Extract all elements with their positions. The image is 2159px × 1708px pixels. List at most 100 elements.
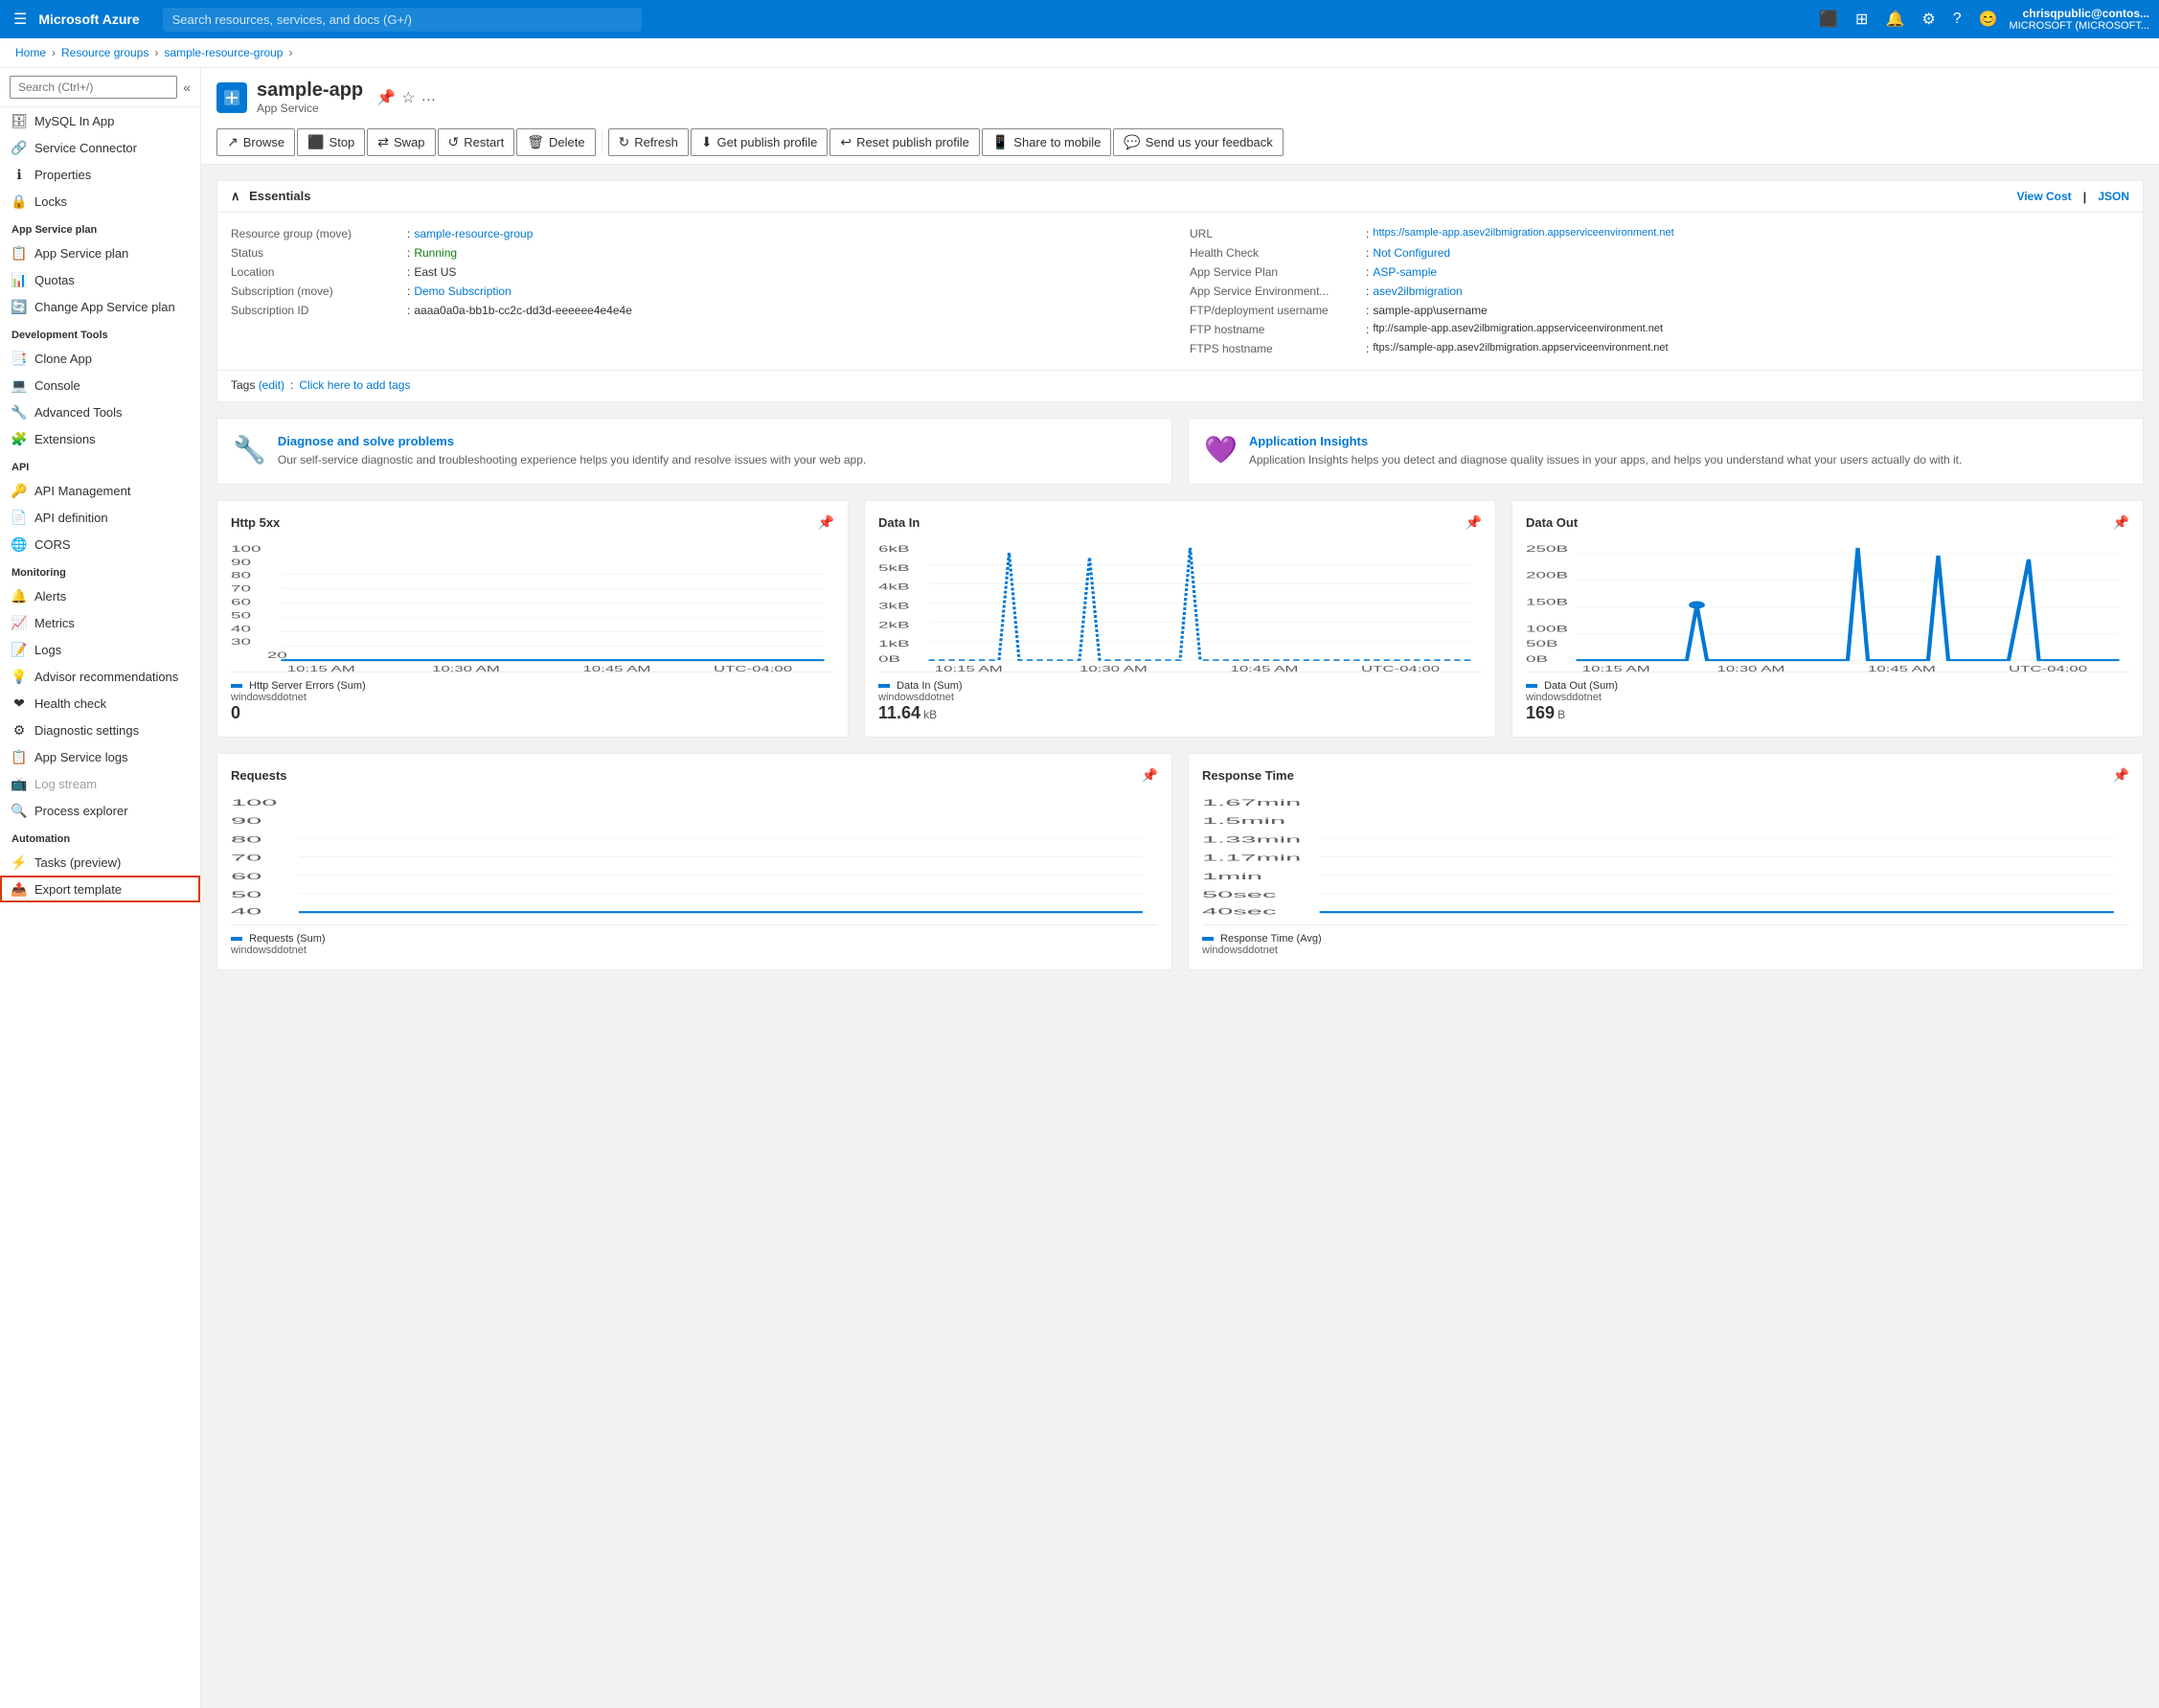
get-publish-profile-button[interactable]: ⬇ Get publish profile bbox=[691, 128, 829, 156]
ess-value-subscription[interactable]: Demo Subscription bbox=[414, 285, 511, 298]
hamburger-menu[interactable]: ☰ bbox=[10, 6, 31, 33]
settings-icon[interactable]: ⚙ bbox=[1916, 6, 1941, 33]
svg-text:1kB: 1kB bbox=[878, 640, 910, 649]
essentials-title: ∧ Essentials bbox=[231, 189, 310, 204]
data-in-pin[interactable]: 📌 bbox=[1466, 514, 1482, 531]
requests-pin[interactable]: 📌 bbox=[1142, 767, 1158, 784]
refresh-button[interactable]: ↻ Refresh bbox=[608, 128, 689, 156]
ess-value-asp[interactable]: ASP-sample bbox=[1373, 265, 1437, 279]
sidebar-item-health-check[interactable]: ❤ Health check bbox=[0, 690, 200, 717]
sidebar-item-clone-app[interactable]: 📑 Clone App bbox=[0, 345, 200, 372]
sidebar-label-asp: App Service plan bbox=[34, 246, 128, 261]
sidebar-label-change-asp: Change App Service plan bbox=[34, 300, 175, 314]
star-icon[interactable]: ☆ bbox=[401, 88, 415, 107]
sidebar-item-mysql-in-app[interactable]: 🗄 MySQL In App bbox=[0, 107, 200, 134]
sidebar-item-app-service-plan[interactable]: 📋 App Service plan bbox=[0, 239, 200, 266]
response-time-pin[interactable]: 📌 bbox=[2113, 767, 2129, 784]
json-link[interactable]: JSON bbox=[2098, 190, 2129, 204]
view-cost-link[interactable]: View Cost bbox=[2017, 190, 2072, 204]
sidebar-item-console[interactable]: 💻 Console bbox=[0, 372, 200, 399]
sidebar-item-api-definition[interactable]: 📄 API definition bbox=[0, 504, 200, 531]
directory-icon[interactable]: ⊞ bbox=[1850, 6, 1874, 33]
ess-value-rg[interactable]: sample-resource-group bbox=[414, 227, 533, 240]
sidebar-section-label-monitoring: Monitoring bbox=[0, 558, 200, 582]
sidebar-item-quotas[interactable]: 📊 Quotas bbox=[0, 266, 200, 293]
ess-label-ase: App Service Environment... bbox=[1190, 285, 1362, 298]
sidebar-search-input[interactable] bbox=[10, 76, 177, 99]
refresh-label: Refresh bbox=[634, 135, 678, 149]
svg-text:90: 90 bbox=[231, 558, 251, 567]
http5xx-pin[interactable]: 📌 bbox=[818, 514, 834, 531]
more-options-icon[interactable]: … bbox=[420, 88, 436, 107]
browse-button[interactable]: ↗ Browse bbox=[216, 128, 295, 156]
search-input[interactable] bbox=[163, 8, 642, 32]
sidebar-item-metrics[interactable]: 📈 Metrics bbox=[0, 609, 200, 636]
mobile-icon: 📱 bbox=[992, 134, 1009, 150]
ess-sep: : bbox=[407, 246, 410, 260]
breadcrumb-resource-groups[interactable]: Resource groups bbox=[61, 46, 148, 59]
breadcrumb-home[interactable]: Home bbox=[15, 46, 46, 59]
sidebar-item-cors[interactable]: 🌐 CORS bbox=[0, 531, 200, 558]
sidebar-item-change-asp[interactable]: 🔄 Change App Service plan bbox=[0, 293, 200, 320]
diagnose-card-desc: Our self-service diagnostic and troubles… bbox=[278, 452, 866, 468]
sidebar-label-export-template: Export template bbox=[34, 882, 122, 897]
sidebar-item-advisor-recommendations[interactable]: 💡 Advisor recommendations bbox=[0, 663, 200, 690]
sidebar-item-logs[interactable]: 📝 Logs bbox=[0, 636, 200, 663]
sidebar-item-extensions[interactable]: 🧩 Extensions bbox=[0, 425, 200, 452]
ess-value-url[interactable]: https://sample-app.asev2ilbmigration.app… bbox=[1373, 227, 1673, 239]
restart-icon: ↺ bbox=[448, 134, 460, 150]
charts-row-1: Http 5xx 📌 100 90 80 70 60 50 40 30 bbox=[216, 500, 2144, 738]
user-info[interactable]: chrisqpublic@contos... MICROSOFT (MICROS… bbox=[2010, 7, 2149, 32]
breadcrumb-sample-resource-group[interactable]: sample-resource-group bbox=[164, 46, 283, 59]
cloud-shell-icon[interactable]: ⬛ bbox=[1813, 6, 1844, 33]
ess-value-ase[interactable]: asev2ilbmigration bbox=[1373, 285, 1462, 298]
notifications-icon[interactable]: 🔔 bbox=[1879, 6, 1910, 33]
requests-legend-text: Requests (Sum) bbox=[249, 933, 325, 945]
sidebar-item-properties[interactable]: ℹ Properties bbox=[0, 161, 200, 188]
essentials-right: URL : https://sample-app.asev2ilbmigrati… bbox=[1190, 224, 2129, 358]
ess-value-health[interactable]: Not Configured bbox=[1373, 246, 1450, 260]
delete-button[interactable]: 🗑 Delete bbox=[516, 128, 595, 156]
main-layout: « 🗄 MySQL In App 🔗 Service Connector ℹ P… bbox=[0, 68, 2159, 1708]
alerts-icon: 🔔 bbox=[11, 588, 27, 603]
sidebar-item-service-connector[interactable]: 🔗 Service Connector bbox=[0, 134, 200, 161]
feedback-icon[interactable]: 😊 bbox=[1973, 6, 2004, 33]
sidebar-item-app-service-logs[interactable]: 📋 App Service logs bbox=[0, 743, 200, 770]
reset-publish-profile-button[interactable]: ↩ Reset publish profile bbox=[830, 128, 980, 156]
api-mgmt-icon: 🔑 bbox=[11, 483, 27, 498]
pin-title-icon[interactable]: 📌 bbox=[376, 88, 396, 107]
ess-ftps-host: FTPS hostname : ftps://sample-app.asev2i… bbox=[1190, 339, 2129, 358]
tags-edit-link[interactable]: (edit) bbox=[259, 378, 284, 392]
sidebar-item-process-explorer[interactable]: 🔍 Process explorer bbox=[0, 797, 200, 824]
share-to-mobile-button[interactable]: 📱 Share to mobile bbox=[982, 128, 1112, 156]
search-bar[interactable] bbox=[163, 8, 642, 32]
get-publish-profile-label: Get publish profile bbox=[717, 135, 818, 149]
send-feedback-button[interactable]: 💬 Send us your feedback bbox=[1113, 128, 1283, 156]
tags-add-link[interactable]: Click here to add tags bbox=[299, 378, 410, 392]
ess-sep: : bbox=[1366, 285, 1369, 298]
sidebar-item-advanced-tools[interactable]: 🔧 Advanced Tools bbox=[0, 399, 200, 425]
response-time-header: Response Time 📌 bbox=[1202, 767, 2129, 784]
sidebar-item-export-template[interactable]: 📤 Export template bbox=[0, 876, 200, 902]
app-insights-title: Application Insights bbox=[1249, 434, 1962, 448]
chevron-down-icon[interactable]: ∧ bbox=[231, 189, 240, 203]
help-icon[interactable]: ? bbox=[1947, 7, 1967, 32]
sidebar-item-diagnostic-settings[interactable]: ⚙ Diagnostic settings bbox=[0, 717, 200, 743]
svg-text:90: 90 bbox=[231, 815, 261, 826]
sidebar-collapse-icon[interactable]: « bbox=[183, 80, 191, 95]
data-out-pin[interactable]: 📌 bbox=[2113, 514, 2129, 531]
app-insights-card[interactable]: 💜 Application Insights Application Insig… bbox=[1188, 418, 2144, 485]
sidebar-item-tasks-preview[interactable]: ⚡ Tasks (preview) bbox=[0, 849, 200, 876]
sidebar-item-log-stream[interactable]: 📺 Log stream bbox=[0, 770, 200, 797]
sidebar-item-alerts[interactable]: 🔔 Alerts bbox=[0, 582, 200, 609]
sidebar-section-top: 🗄 MySQL In App 🔗 Service Connector ℹ Pro… bbox=[0, 107, 200, 215]
sidebar-item-locks[interactable]: 🔒 Locks bbox=[0, 188, 200, 215]
svg-text:10:45 AM: 10:45 AM bbox=[1868, 665, 1936, 672]
svg-text:20: 20 bbox=[267, 651, 287, 661]
diagnose-card[interactable]: 🔧 Diagnose and solve problems Our self-s… bbox=[216, 418, 1172, 485]
restart-button[interactable]: ↺ Restart bbox=[438, 128, 515, 156]
stop-button[interactable]: ⬛ Stop bbox=[297, 128, 365, 156]
sidebar-item-api-management[interactable]: 🔑 API Management bbox=[0, 477, 200, 504]
sidebar-search-container: « bbox=[0, 68, 200, 107]
swap-button[interactable]: ⇄ Swap bbox=[367, 128, 435, 156]
